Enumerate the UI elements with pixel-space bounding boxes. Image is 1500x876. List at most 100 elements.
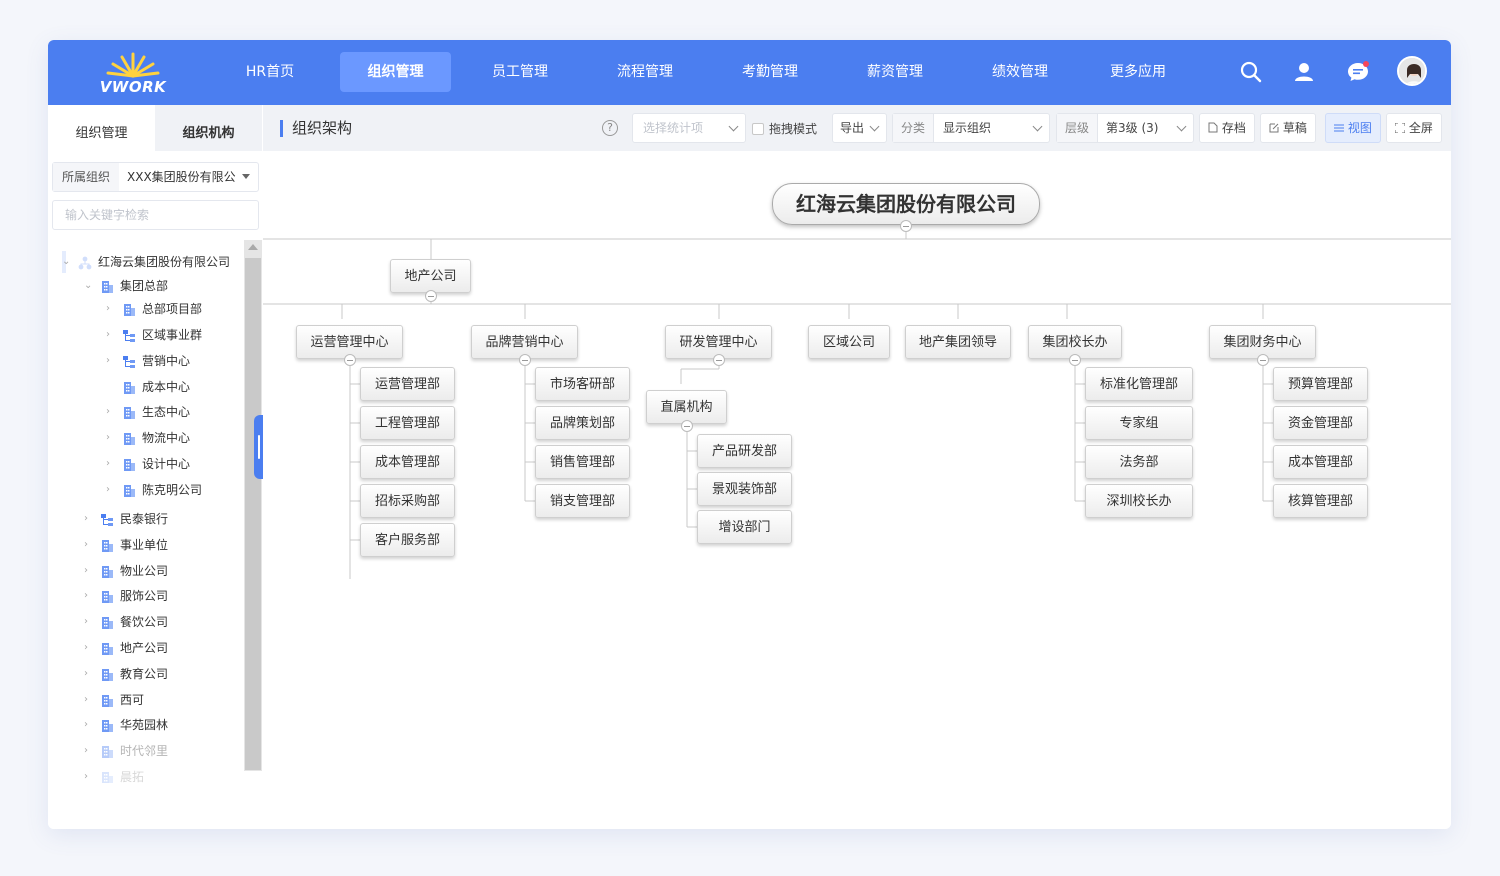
app-window: VWORK HR首页 组织管理 员工管理 流程管理 考勤管理 薪资管理 绩效管理…: [48, 40, 1451, 829]
chevron-right-icon[interactable]: ›: [106, 324, 116, 346]
draft-button[interactable]: 草稿: [1260, 113, 1316, 143]
org-node-regional[interactable]: 区域公司: [808, 325, 890, 359]
chart-toolbar: 组织架构 ? 选择统计项 拖拽模式 导出 分类 显示组织 层级 第3级 (3): [263, 105, 1451, 151]
collapse-toggle-icon[interactable]: [344, 354, 356, 366]
collapse-toggle-icon[interactable]: [1257, 354, 1269, 366]
org-node-root[interactable]: 红海云集团股份有限公司: [772, 183, 1040, 225]
org-node-standardization[interactable]: 标准化管理部: [1085, 367, 1193, 401]
tree-scrollbar[interactable]: [244, 240, 262, 771]
sliders-icon: [1334, 124, 1344, 132]
tab-org-management[interactable]: 组织管理: [48, 105, 155, 151]
nav-salary-management[interactable]: 薪资管理: [855, 52, 935, 92]
message-icon[interactable]: [1346, 60, 1370, 84]
sidebar: 组织管理 组织机构 所属组织 XXX集团股份有限公 ⌄ 红海云集团股份有限公司 ⌄ 集…: [48, 105, 264, 829]
category-select[interactable]: 分类 显示组织: [892, 113, 1050, 143]
chevron-right-icon[interactable]: ›: [84, 560, 94, 582]
chevron-right-icon[interactable]: ›: [84, 740, 94, 762]
collapse-toggle-icon[interactable]: [1069, 354, 1081, 366]
org-node-landscape[interactable]: 景观装饰部: [697, 472, 792, 506]
org-node-brand-planning[interactable]: 品牌策划部: [535, 406, 630, 440]
fullscreen-button[interactable]: 全屏: [1386, 113, 1442, 143]
org-tree: ⌄ 红海云集团股份有限公司 ⌄ 集团总部 › 总部项目部 › 区域事业群 › 营销中心 成本中心 › 生…: [48, 243, 244, 783]
collapse-toggle-icon[interactable]: [900, 220, 912, 232]
view-button[interactable]: 视图: [1325, 113, 1381, 143]
org-node-expense-mgmt[interactable]: 销支管理部: [535, 484, 630, 518]
level-select[interactable]: 层级 第3级 (3): [1056, 113, 1194, 143]
org-node-cost-dept[interactable]: 成本管理部: [360, 445, 455, 479]
chevron-down-icon[interactable]: ⌄: [62, 251, 72, 273]
chevron-right-icon[interactable]: ›: [84, 508, 94, 530]
org-node-market-research[interactable]: 市场客研部: [535, 367, 630, 401]
collapse-toggle-icon[interactable]: [519, 354, 531, 366]
tree-node-label: 陈克明公司: [142, 483, 203, 497]
archive-button[interactable]: 存档: [1199, 113, 1255, 143]
chevron-right-icon[interactable]: ›: [84, 611, 94, 633]
keyword-search-input[interactable]: [52, 200, 259, 230]
tab-org-structure[interactable]: 组织机构: [155, 105, 262, 151]
org-select[interactable]: 所属组织 XXX集团股份有限公: [52, 162, 259, 192]
org-node-sales-mgmt[interactable]: 销售管理部: [535, 445, 630, 479]
org-node-direct-units[interactable]: 直属机构: [646, 390, 727, 424]
chevron-right-icon[interactable]: ›: [106, 350, 116, 372]
search-icon[interactable]: [1239, 60, 1263, 84]
tree-node-label: 教育公司: [120, 667, 169, 681]
scrollbar-thumb[interactable]: [245, 258, 261, 770]
nav-org-management[interactable]: 组织管理: [340, 52, 451, 92]
stat-select-placeholder: 选择统计项: [643, 121, 704, 135]
nav-more-apps[interactable]: 更多应用: [1098, 52, 1178, 92]
nav-attendance-management[interactable]: 考勤管理: [730, 52, 810, 92]
chevron-right-icon[interactable]: ›: [84, 663, 94, 685]
org-node-finance-cost[interactable]: 成本管理部: [1273, 445, 1368, 479]
caret-down-icon: [242, 174, 250, 179]
org-node-ops-dept[interactable]: 运营管理部: [360, 367, 455, 401]
chevron-right-icon[interactable]: ›: [106, 453, 116, 475]
org-node-dichan[interactable]: 地产公司: [390, 259, 471, 293]
building-icon: [100, 770, 114, 783]
collapse-toggle-icon[interactable]: [681, 420, 693, 432]
collapse-toggle-icon[interactable]: [713, 354, 725, 366]
org-node-added-dept[interactable]: 增设部门: [697, 510, 792, 544]
nav-hr-home[interactable]: HR首页: [230, 52, 310, 92]
chevron-right-icon[interactable]: ›: [84, 766, 94, 783]
user-icon[interactable]: [1292, 60, 1316, 84]
chevron-right-icon[interactable]: ›: [84, 585, 94, 607]
org-node-product-rd[interactable]: 产品研发部: [697, 434, 792, 468]
chevron-right-icon[interactable]: ›: [84, 689, 94, 711]
collapse-toggle-icon[interactable]: [425, 290, 437, 302]
org-node-legal[interactable]: 法务部: [1085, 445, 1193, 479]
chevron-right-icon[interactable]: ›: [106, 401, 116, 423]
tree-node[interactable]: ⌄ 红海云集团股份有限公司: [62, 251, 230, 273]
help-icon[interactable]: ?: [602, 120, 618, 136]
org-select-label: 所属组织: [53, 163, 119, 191]
org-node-leadership[interactable]: 地产集团领导: [905, 325, 1011, 359]
chevron-right-icon[interactable]: ›: [106, 427, 116, 449]
export-dropdown[interactable]: 导出: [832, 113, 887, 143]
org-node-eng-dept[interactable]: 工程管理部: [360, 406, 455, 440]
nav-performance-management[interactable]: 绩效管理: [980, 52, 1060, 92]
scroll-up-icon[interactable]: [248, 244, 258, 250]
building-icon: [100, 564, 114, 578]
org-node-customer-service[interactable]: 客户服务部: [360, 523, 455, 557]
chevron-down-icon: [1032, 121, 1043, 132]
drag-mode-checkbox[interactable]: [752, 123, 764, 135]
org-node-budget[interactable]: 预算管理部: [1273, 367, 1368, 401]
chevron-right-icon[interactable]: ›: [106, 298, 116, 320]
chevron-down-icon[interactable]: ⌄: [84, 275, 94, 297]
org-node-shenzhen-office[interactable]: 深圳校长办: [1085, 484, 1193, 518]
tree-node-label: 物流中心: [142, 431, 191, 445]
org-node-procurement-dept[interactable]: 招标采购部: [360, 484, 455, 518]
chevron-right-icon[interactable]: ›: [84, 714, 94, 736]
nav-process-management[interactable]: 流程管理: [605, 52, 685, 92]
org-node-accounting[interactable]: 核算管理部: [1273, 484, 1368, 518]
user-avatar[interactable]: [1397, 56, 1427, 86]
chevron-right-icon[interactable]: ›: [106, 479, 116, 501]
stat-select[interactable]: 选择统计项: [632, 113, 746, 143]
org-node-expert-group[interactable]: 专家组: [1085, 406, 1193, 440]
nav-employee-management[interactable]: 员工管理: [480, 52, 560, 92]
chevron-right-icon[interactable]: ›: [84, 637, 94, 659]
page-title: 组织架构: [292, 119, 353, 137]
chevron-right-icon[interactable]: ›: [84, 534, 94, 556]
org-node-treasury[interactable]: 资金管理部: [1273, 406, 1368, 440]
vwork-logo[interactable]: VWORK: [98, 48, 168, 98]
tree-node-label: 区域事业群: [142, 328, 203, 342]
